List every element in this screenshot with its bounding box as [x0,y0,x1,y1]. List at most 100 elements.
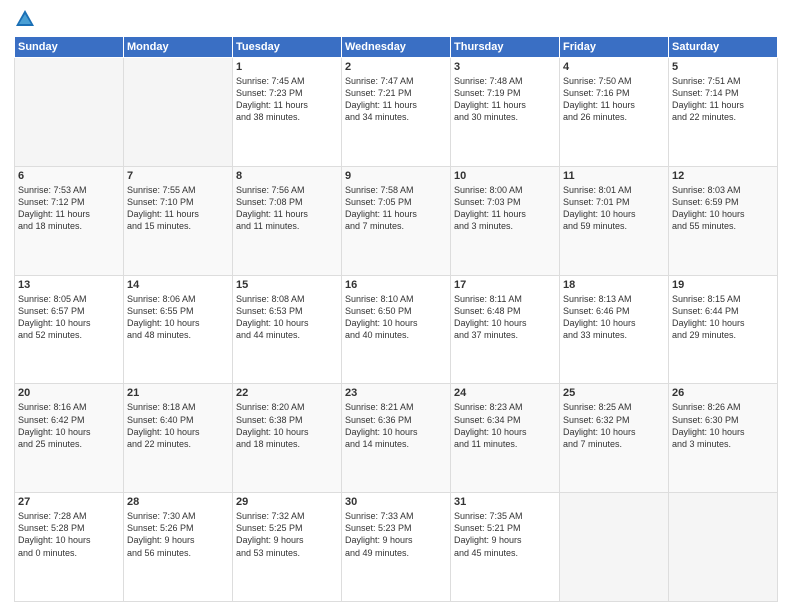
cell-details: Sunrise: 8:10 AM Sunset: 6:50 PM Dayligh… [345,293,447,342]
week-row-3: 13 Sunrise: 8:05 AM Sunset: 6:57 PM Dayli… [15,275,778,384]
day-number: 24 [454,387,556,399]
cell-details: Sunrise: 8:00 AM Sunset: 7:03 PM Dayligh… [454,184,556,233]
day-header-sunday: Sunday [15,37,124,58]
header-row: SundayMondayTuesdayWednesdayThursdayFrid… [15,37,778,58]
day-number: 21 [127,387,229,399]
calendar-cell: 5Sunrise: 7:51 AM Sunset: 7:14 PM Daylig… [669,58,778,167]
day-header-monday: Monday [124,37,233,58]
week-row-4: 20Sunrise: 8:16 AM Sunset: 6:42 PM Dayli… [15,384,778,493]
calendar-cell: 19Sunrise: 8:15 AM Sunset: 6:44 PM Dayli… [669,275,778,384]
calendar-cell: 13 Sunrise: 8:05 AM Sunset: 6:57 PM Dayli… [15,275,124,384]
day-number: 23 [345,387,447,399]
calendar-cell: 20Sunrise: 8:16 AM Sunset: 6:42 PM Dayli… [15,384,124,493]
day-number: 26 [672,387,774,399]
calendar-cell: 23 Sunrise: 8:21 AM Sunset: 6:36 PM Dayli… [342,384,451,493]
day-number: 27 [18,496,120,508]
cell-details: Sunrise: 8:18 AM Sunset: 6:40 PM Dayligh… [127,401,229,450]
cell-details: Sunrise: 8:23 AM Sunset: 6:34 PM Dayligh… [454,401,556,450]
cell-details: Sunrise: 8:25 AM Sunset: 6:32 PM Dayligh… [563,401,665,450]
cell-details: Sunrise: 8:03 AM Sunset: 6:59 PM Dayligh… [672,184,774,233]
day-number: 18 [563,279,665,291]
calendar-cell [669,493,778,602]
day-number: 3 [454,61,556,73]
calendar-cell: 29Sunrise: 7:32 AM Sunset: 5:25 PM Dayli… [233,493,342,602]
day-number: 4 [563,61,665,73]
page: SundayMondayTuesdayWednesdayThursdayFrid… [0,0,792,612]
day-number: 29 [236,496,338,508]
cell-details: Sunrise: 7:56 AM Sunset: 7:08 PM Dayligh… [236,184,338,233]
calendar-cell: 30Sunrise: 7:33 AM Sunset: 5:23 PM Dayli… [342,493,451,602]
cell-details: Sunrise: 7:30 AM Sunset: 5:26 PM Dayligh… [127,510,229,559]
day-number: 25 [563,387,665,399]
calendar-cell: 26Sunrise: 8:26 AM Sunset: 6:30 PM Dayli… [669,384,778,493]
calendar-cell: 8Sunrise: 7:56 AM Sunset: 7:08 PM Daylig… [233,166,342,275]
calendar-cell: 11 Sunrise: 8:01 AM Sunset: 7:01 PM Dayli… [560,166,669,275]
cell-details: Sunrise: 7:53 AM Sunset: 7:12 PM Dayligh… [18,184,120,233]
week-row-1: 1 Sunrise: 7:45 AM Sunset: 7:23 PM Daylig… [15,58,778,167]
calendar-cell: 21 Sunrise: 8:18 AM Sunset: 6:40 PM Dayli… [124,384,233,493]
cell-details: Sunrise: 7:33 AM Sunset: 5:23 PM Dayligh… [345,510,447,559]
calendar-cell: 2 Sunrise: 7:47 AM Sunset: 7:21 PM Daylig… [342,58,451,167]
day-number: 9 [345,170,447,182]
calendar-cell: 25 Sunrise: 8:25 AM Sunset: 6:32 PM Dayli… [560,384,669,493]
week-row-2: 6 Sunrise: 7:53 AM Sunset: 7:12 PM Daylig… [15,166,778,275]
cell-details: Sunrise: 8:13 AM Sunset: 6:46 PM Dayligh… [563,293,665,342]
calendar-cell: 22 Sunrise: 8:20 AM Sunset: 6:38 PM Dayli… [233,384,342,493]
day-number: 17 [454,279,556,291]
calendar-cell: 7Sunrise: 7:55 AM Sunset: 7:10 PM Daylig… [124,166,233,275]
day-header-thursday: Thursday [451,37,560,58]
calendar-cell: 10 Sunrise: 8:00 AM Sunset: 7:03 PM Dayli… [451,166,560,275]
cell-details: Sunrise: 8:08 AM Sunset: 6:53 PM Dayligh… [236,293,338,342]
calendar-cell: 31 Sunrise: 7:35 AM Sunset: 5:21 PM Dayli… [451,493,560,602]
week-row-5: 27Sunrise: 7:28 AM Sunset: 5:28 PM Dayli… [15,493,778,602]
header [14,10,778,30]
cell-details: Sunrise: 8:06 AM Sunset: 6:55 PM Dayligh… [127,293,229,342]
calendar-cell: 17 Sunrise: 8:11 AM Sunset: 6:48 PM Dayli… [451,275,560,384]
day-number: 28 [127,496,229,508]
day-number: 2 [345,61,447,73]
cell-details: Sunrise: 7:48 AM Sunset: 7:19 PM Dayligh… [454,75,556,124]
day-number: 6 [18,170,120,182]
day-header-saturday: Saturday [669,37,778,58]
day-number: 5 [672,61,774,73]
cell-details: Sunrise: 8:11 AM Sunset: 6:48 PM Dayligh… [454,293,556,342]
logo-icon [14,8,36,30]
calendar-cell: 24 Sunrise: 8:23 AM Sunset: 6:34 PM Dayli… [451,384,560,493]
calendar-cell: 12 Sunrise: 8:03 AM Sunset: 6:59 PM Dayli… [669,166,778,275]
day-number: 10 [454,170,556,182]
calendar-cell: 9 Sunrise: 7:58 AM Sunset: 7:05 PM Daylig… [342,166,451,275]
day-number: 14 [127,279,229,291]
calendar-table: SundayMondayTuesdayWednesdayThursdayFrid… [14,36,778,602]
calendar-cell: 3 Sunrise: 7:48 AM Sunset: 7:19 PM Daylig… [451,58,560,167]
day-number: 13 [18,279,120,291]
day-header-wednesday: Wednesday [342,37,451,58]
cell-details: Sunrise: 7:50 AM Sunset: 7:16 PM Dayligh… [563,75,665,124]
cell-details: Sunrise: 7:45 AM Sunset: 7:23 PM Dayligh… [236,75,338,124]
logo [14,10,39,30]
cell-details: Sunrise: 8:05 AM Sunset: 6:57 PM Dayligh… [18,293,120,342]
cell-details: Sunrise: 7:58 AM Sunset: 7:05 PM Dayligh… [345,184,447,233]
cell-details: Sunrise: 8:01 AM Sunset: 7:01 PM Dayligh… [563,184,665,233]
day-number: 12 [672,170,774,182]
day-number: 7 [127,170,229,182]
calendar-cell: 4 Sunrise: 7:50 AM Sunset: 7:16 PM Daylig… [560,58,669,167]
day-number: 16 [345,279,447,291]
calendar-cell: 15 Sunrise: 8:08 AM Sunset: 6:53 PM Dayli… [233,275,342,384]
calendar-cell: 6 Sunrise: 7:53 AM Sunset: 7:12 PM Daylig… [15,166,124,275]
calendar-cell: 27Sunrise: 7:28 AM Sunset: 5:28 PM Dayli… [15,493,124,602]
cell-details: Sunrise: 7:47 AM Sunset: 7:21 PM Dayligh… [345,75,447,124]
day-number: 31 [454,496,556,508]
day-header-friday: Friday [560,37,669,58]
cell-details: Sunrise: 7:35 AM Sunset: 5:21 PM Dayligh… [454,510,556,559]
day-number: 22 [236,387,338,399]
calendar-cell: 18 Sunrise: 8:13 AM Sunset: 6:46 PM Dayli… [560,275,669,384]
day-number: 20 [18,387,120,399]
cell-details: Sunrise: 8:21 AM Sunset: 6:36 PM Dayligh… [345,401,447,450]
day-number: 11 [563,170,665,182]
day-number: 1 [236,61,338,73]
calendar-cell [560,493,669,602]
day-number: 15 [236,279,338,291]
calendar-cell: 1 Sunrise: 7:45 AM Sunset: 7:23 PM Daylig… [233,58,342,167]
cell-details: Sunrise: 8:20 AM Sunset: 6:38 PM Dayligh… [236,401,338,450]
calendar-cell: 14 Sunrise: 8:06 AM Sunset: 6:55 PM Dayli… [124,275,233,384]
